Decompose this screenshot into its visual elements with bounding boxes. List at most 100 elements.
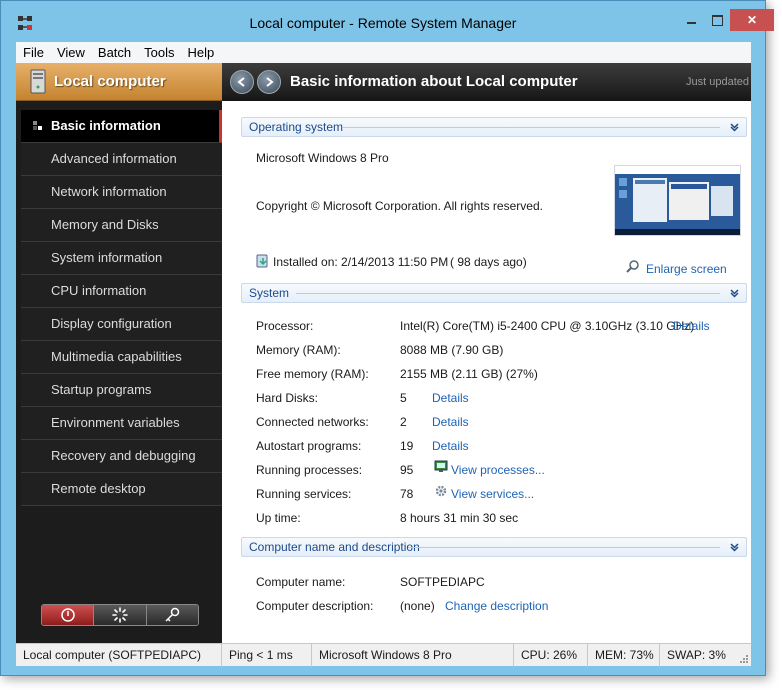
computer-name-value: SOFTPEDIAPC [400, 575, 485, 589]
memory-value: 8088 MB (7.90 GB) [400, 343, 504, 357]
divider [342, 127, 720, 128]
processes-icon [434, 460, 448, 472]
content-header: Basic information about Local computer J… [222, 63, 751, 101]
back-button[interactable] [230, 70, 254, 94]
arrow-left-icon [237, 77, 245, 87]
sidebar: Local computer Basic information Advance… [16, 63, 222, 643]
section-operating-system[interactable]: Operating system [241, 117, 747, 137]
autostart-value: 19 [400, 439, 414, 453]
view-processes-link[interactable]: View processes... [451, 463, 545, 477]
autostart-label: Autostart programs: [256, 439, 362, 453]
processor-label: Processor: [256, 319, 314, 333]
menu-tools[interactable]: Tools [137, 45, 180, 60]
sidebar-item-memory-and-disks[interactable]: Memory and Disks [21, 209, 222, 242]
sidebar-item-label: Display configuration [51, 316, 172, 331]
sidebar-item-network-information[interactable]: Network information [21, 176, 222, 209]
sidebar-item-basic-information[interactable]: Basic information [21, 110, 222, 143]
sidebar-item-startup-programs[interactable]: Startup programs [21, 374, 222, 407]
sidebar-item-multimedia-capabilities[interactable]: Multimedia capabilities [21, 341, 222, 374]
settings-button[interactable] [146, 605, 198, 625]
desktop-preview-image [615, 166, 740, 235]
sidebar-item-label: CPU information [51, 283, 147, 298]
networks-value: 2 [400, 415, 407, 429]
services-value: 78 [400, 487, 414, 501]
status-os: Microsoft Windows 8 Pro [312, 643, 514, 667]
status-mem: MEM: 73% [588, 643, 660, 667]
sidebar-item-display-configuration[interactable]: Display configuration [21, 308, 222, 341]
sidebar-item-label: Memory and Disks [51, 217, 159, 232]
section-title: Operating system [249, 120, 344, 134]
sidebar-item-label: Environment variables [51, 415, 180, 430]
chevron-down-icon[interactable] [729, 121, 740, 132]
sidebar-item-label: Basic information [51, 118, 161, 133]
menu-help[interactable]: Help [181, 45, 221, 60]
install-age: ( 98 days ago) [450, 255, 527, 269]
shutdown-button[interactable] [42, 605, 95, 625]
resize-grip-icon[interactable] [739, 654, 749, 664]
sidebar-item-advanced-information[interactable]: Advanced information [21, 143, 222, 176]
loading-spinner-icon [112, 607, 128, 623]
section-system[interactable]: System [241, 283, 747, 303]
sidebar-item-cpu-information[interactable]: CPU information [21, 275, 222, 308]
autostart-details-link[interactable]: Details [432, 439, 469, 453]
chevron-down-icon[interactable] [729, 541, 740, 552]
change-description-link[interactable]: Change description [445, 599, 548, 613]
content-panel: Operating system Microsoft Windows 8 Pro… [222, 101, 751, 643]
sidebar-item-recovery-and-debugging[interactable]: Recovery and debugging [21, 440, 222, 473]
app-window: Local computer - Remote System Manager ✕… [0, 0, 774, 676]
gear-icon [435, 485, 447, 497]
processes-label: Running processes: [256, 463, 363, 477]
view-services-link[interactable]: View services... [451, 487, 534, 501]
chevron-down-icon[interactable] [729, 287, 740, 298]
sidebar-action-buttons [41, 604, 199, 626]
os-copyright: Copyright © Microsoft Corporation. All r… [256, 199, 543, 213]
computer-description-label: Computer description: [256, 599, 374, 613]
menu-view[interactable]: View [50, 45, 91, 60]
close-button[interactable]: ✕ [730, 9, 774, 31]
minimize-button[interactable] [678, 9, 704, 31]
free-memory-value: 2155 MB (2.11 GB) (27%) [400, 367, 538, 381]
enlarge-screen-link[interactable]: Enlarge screen [646, 262, 727, 276]
os-name: Microsoft Windows 8 Pro [256, 151, 389, 165]
arrow-right-icon [266, 77, 274, 87]
status-bar: Local computer (SOFTPEDIAPC) Ping < 1 ms… [16, 643, 751, 667]
uptime-label: Up time: [256, 511, 301, 525]
update-status: Just updated [686, 76, 749, 88]
section-computer-name[interactable]: Computer name and description [241, 537, 747, 557]
window-title: Local computer - Remote System Manager [249, 15, 517, 31]
networks-details-link[interactable]: Details [432, 415, 469, 429]
section-title: System [249, 286, 290, 300]
status-ping: Ping < 1 ms [222, 643, 312, 667]
status-swap: SWAP: 3% [667, 647, 726, 662]
refresh-button[interactable] [94, 605, 147, 625]
sidebar-item-label: Advanced information [51, 151, 177, 166]
sidebar-item-remote-desktop[interactable]: Remote desktop [21, 473, 222, 506]
divider [408, 547, 720, 548]
magnifier-icon[interactable] [626, 259, 640, 273]
sidebar-item-label: System information [51, 250, 163, 265]
desktop-screenshot-thumbnail[interactable] [614, 165, 741, 236]
divider [296, 293, 720, 294]
uptime-value: 8 hours 31 min 30 sec [400, 511, 519, 525]
key-icon [165, 607, 180, 622]
free-memory-label: Free memory (RAM): [256, 367, 369, 381]
section-title: Computer name and description [249, 540, 420, 554]
title-bar[interactable]: Local computer - Remote System Manager ✕ [1, 1, 774, 41]
networks-label: Connected networks: [256, 415, 369, 429]
maximize-button[interactable] [704, 9, 730, 31]
computer-tower-icon [30, 69, 46, 94]
hard-disks-label: Hard Disks: [256, 391, 319, 405]
sidebar-item-system-information[interactable]: System information [21, 242, 222, 275]
processor-value: Intel(R) Core(TM) i5-2400 CPU @ 3.10GHz … [400, 319, 695, 333]
page-title: Basic information about Local computer [290, 73, 578, 90]
hard-disks-details-link[interactable]: Details [432, 391, 469, 405]
computer-description-value: (none) [400, 599, 435, 613]
menu-batch[interactable]: Batch [91, 45, 137, 60]
status-cpu: CPU: 26% [514, 643, 588, 667]
memory-label: Memory (RAM): [256, 343, 341, 357]
forward-button[interactable] [257, 70, 281, 94]
processor-details-link[interactable]: Details [673, 319, 710, 333]
menu-file[interactable]: File [16, 45, 50, 60]
hard-disks-value: 5 [400, 391, 407, 405]
sidebar-item-environment-variables[interactable]: Environment variables [21, 407, 222, 440]
